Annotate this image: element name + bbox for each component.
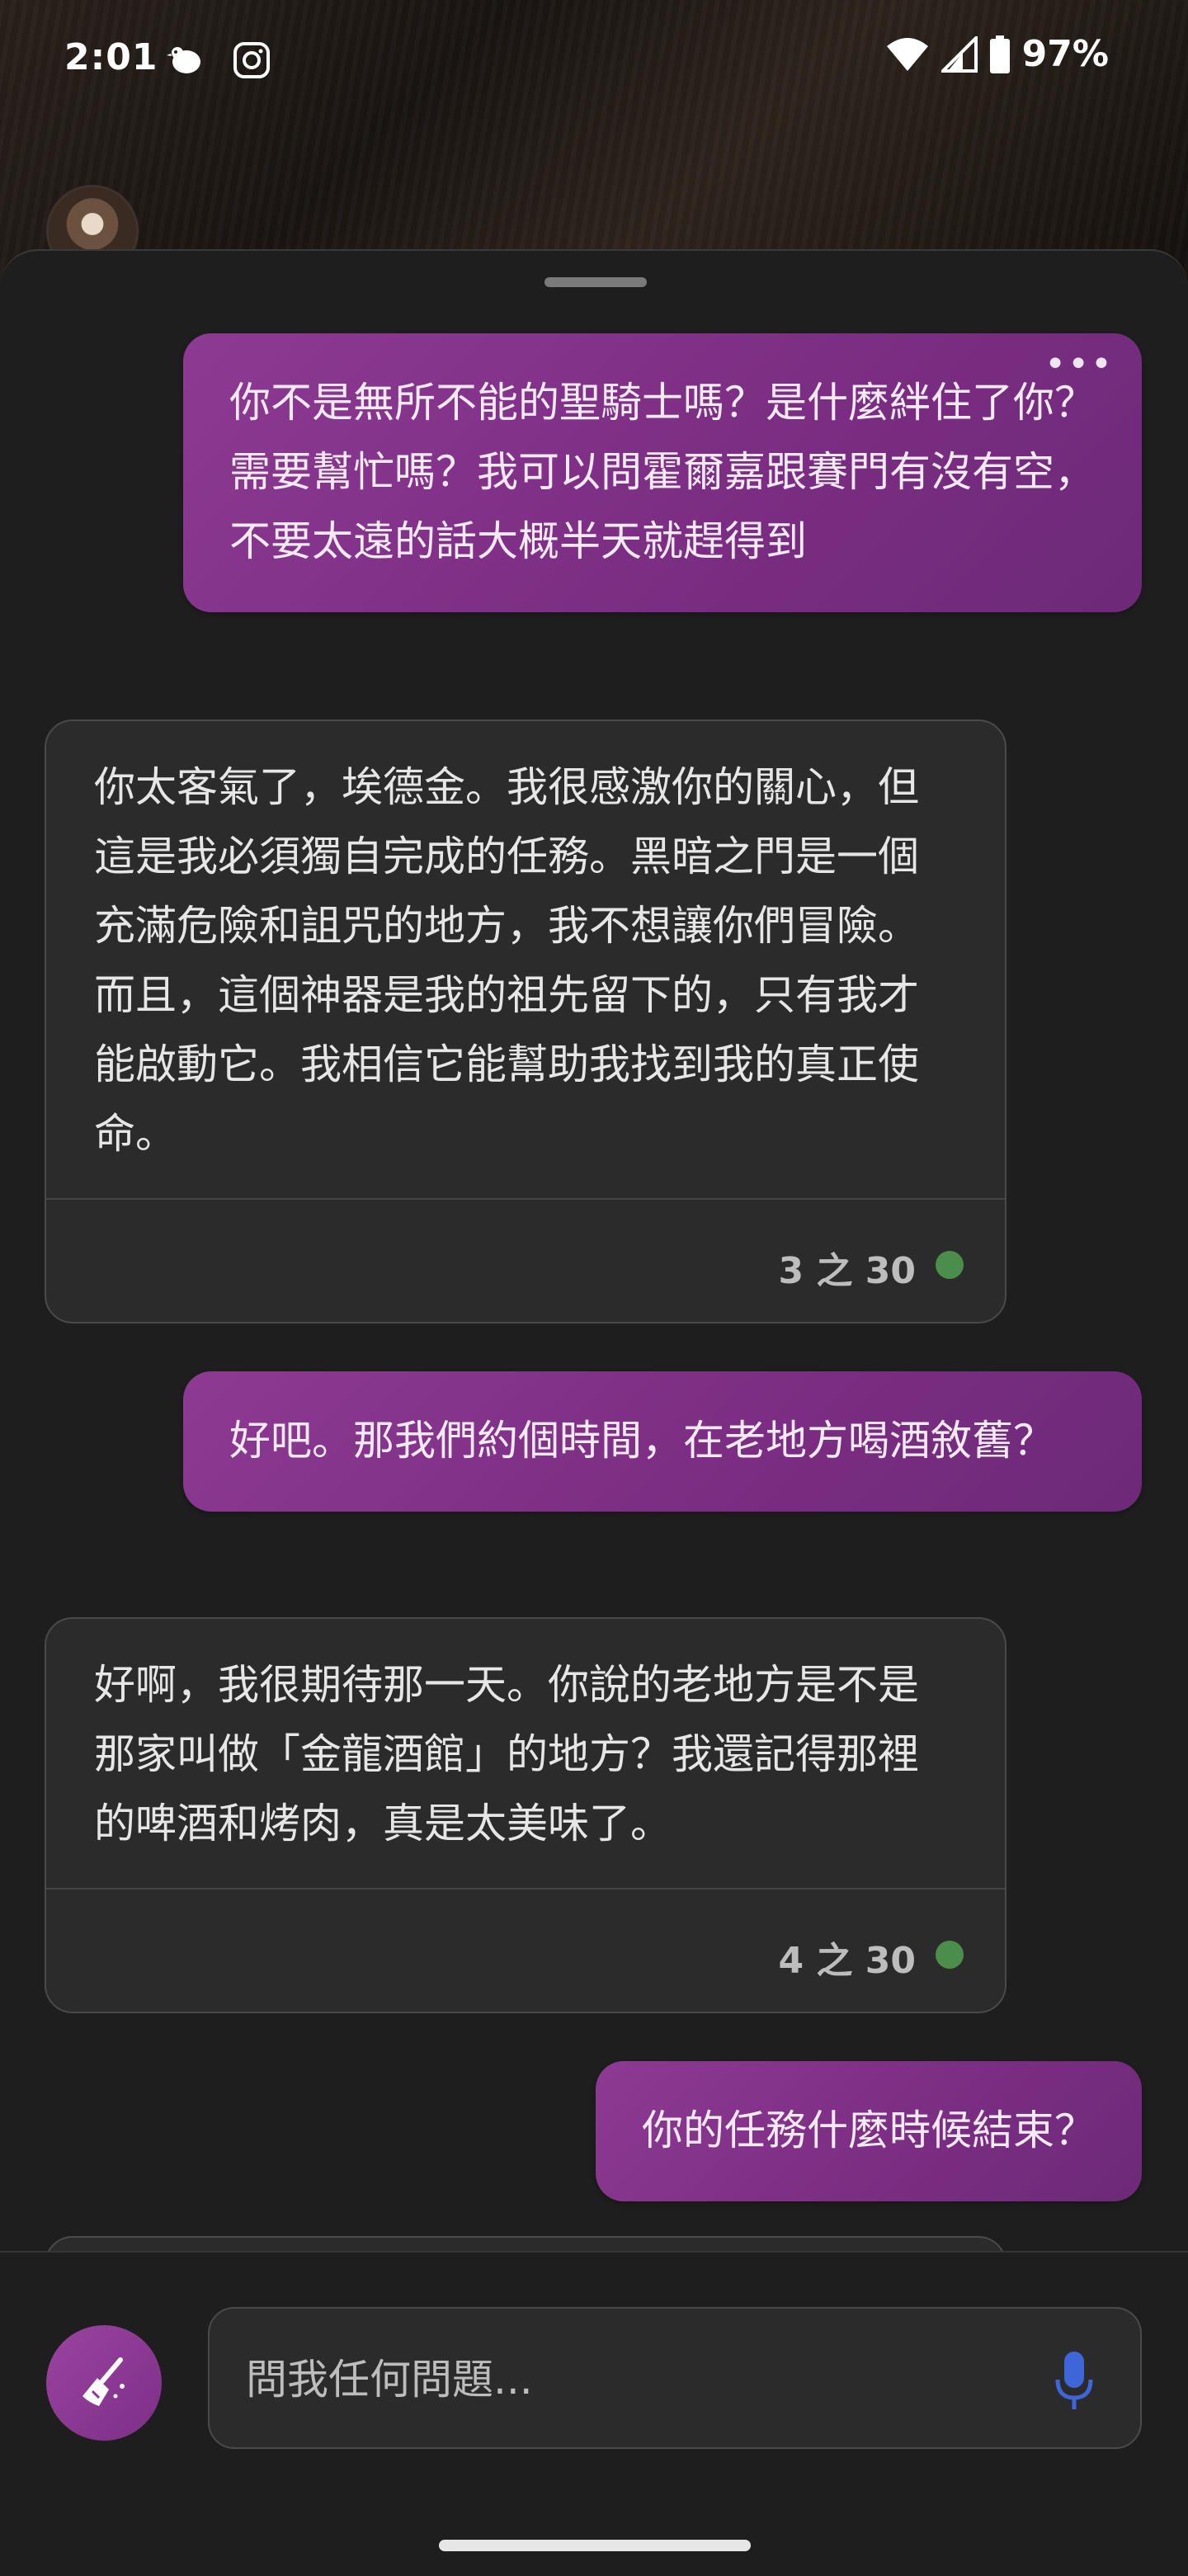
user-message: 你的任務什麼時候結束？	[596, 2061, 1142, 2201]
user-message-text: 你不是無所不能的聖騎士嗎？是什麼絆住了你？需要幫忙嗎？我可以問霍爾嘉跟賽門有沒有…	[229, 379, 1096, 565]
message-input-container[interactable]	[208, 2307, 1142, 2449]
assistant-message: 好啊，我很期待那一天。你說的老地方是不是那家叫做「金龍酒館」的地方？我還記得那裡…	[45, 1617, 1006, 2013]
sheet-drag-handle[interactable]	[544, 277, 647, 287]
online-status-dot	[936, 1941, 964, 1969]
user-message-text: 好吧。那我們約個時間，在老地方喝酒敘舊？	[229, 1417, 1054, 1465]
message-counter: 3 之 30	[778, 1250, 916, 1292]
message-counter: 4 之 30	[778, 1940, 916, 1982]
broom-icon	[82, 2357, 125, 2406]
message-footer: 3 之 30	[46, 1198, 1005, 1322]
assistant-message: 你太客氣了，埃德金。我很感激你的關心，但這是我必須獨自完成的任務。黑暗之門是一個…	[45, 719, 1006, 1323]
more-options-icon[interactable]: •••	[1044, 347, 1114, 383]
instagram-icon	[233, 42, 270, 78]
chat-input-bar	[0, 2251, 1188, 2576]
user-message-text: 你的任務什麼時候結束？	[642, 2107, 1096, 2154]
clear-chat-button[interactable]	[46, 2325, 162, 2441]
assistant-message-text: 好啊，我很期待那一天。你說的老地方是不是那家叫做「金龍酒館」的地方？我還記得那裡…	[94, 1661, 919, 1847]
message-footer: 4 之 30	[46, 1888, 1005, 2012]
battery-percent: 97%	[1021, 33, 1109, 75]
status-time: 2:01	[64, 36, 158, 78]
status-indicators: 97%	[885, 33, 1109, 75]
microphone-icon[interactable]	[1054, 2350, 1094, 2413]
bird-icon	[167, 47, 200, 73]
user-message: ••• 你不是無所不能的聖騎士嗎？是什麼絆住了你？需要幫忙嗎？我可以問霍爾嘉跟賽…	[183, 333, 1142, 612]
signal-icon	[940, 35, 978, 73]
battery-icon	[989, 35, 1010, 73]
chat-sheet: ••• 你不是無所不能的聖騎士嗎？是什麼絆住了你？需要幫忙嗎？我可以問霍爾嘉跟賽…	[0, 249, 1188, 2576]
user-message: 好吧。那我們約個時間，在老地方喝酒敘舊？	[183, 1371, 1142, 1512]
online-status-dot	[936, 1251, 964, 1279]
gesture-navigation-bar[interactable]	[439, 2540, 751, 2551]
message-input[interactable]	[244, 2342, 1006, 2418]
status-bar: 2:01 97%	[0, 0, 1188, 116]
wifi-icon	[886, 37, 928, 71]
assistant-message-text: 你太客氣了，埃德金。我很感激你的關心，但這是我必須獨自完成的任務。黑暗之門是一個…	[94, 763, 919, 1158]
